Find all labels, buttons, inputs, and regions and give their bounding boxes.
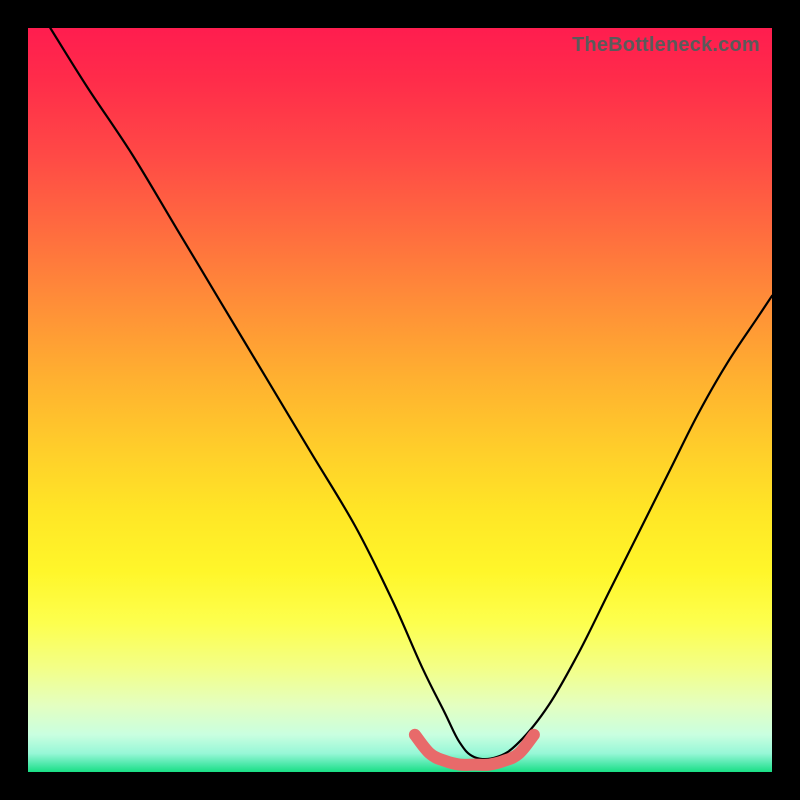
curve-layer bbox=[28, 28, 772, 772]
plot-area: TheBottleneck.com bbox=[28, 28, 772, 772]
black-curve bbox=[50, 28, 772, 759]
chart-stage: TheBottleneck.com bbox=[0, 0, 800, 800]
watermark-text: TheBottleneck.com bbox=[572, 34, 760, 57]
pink-valley-highlight bbox=[415, 735, 534, 765]
